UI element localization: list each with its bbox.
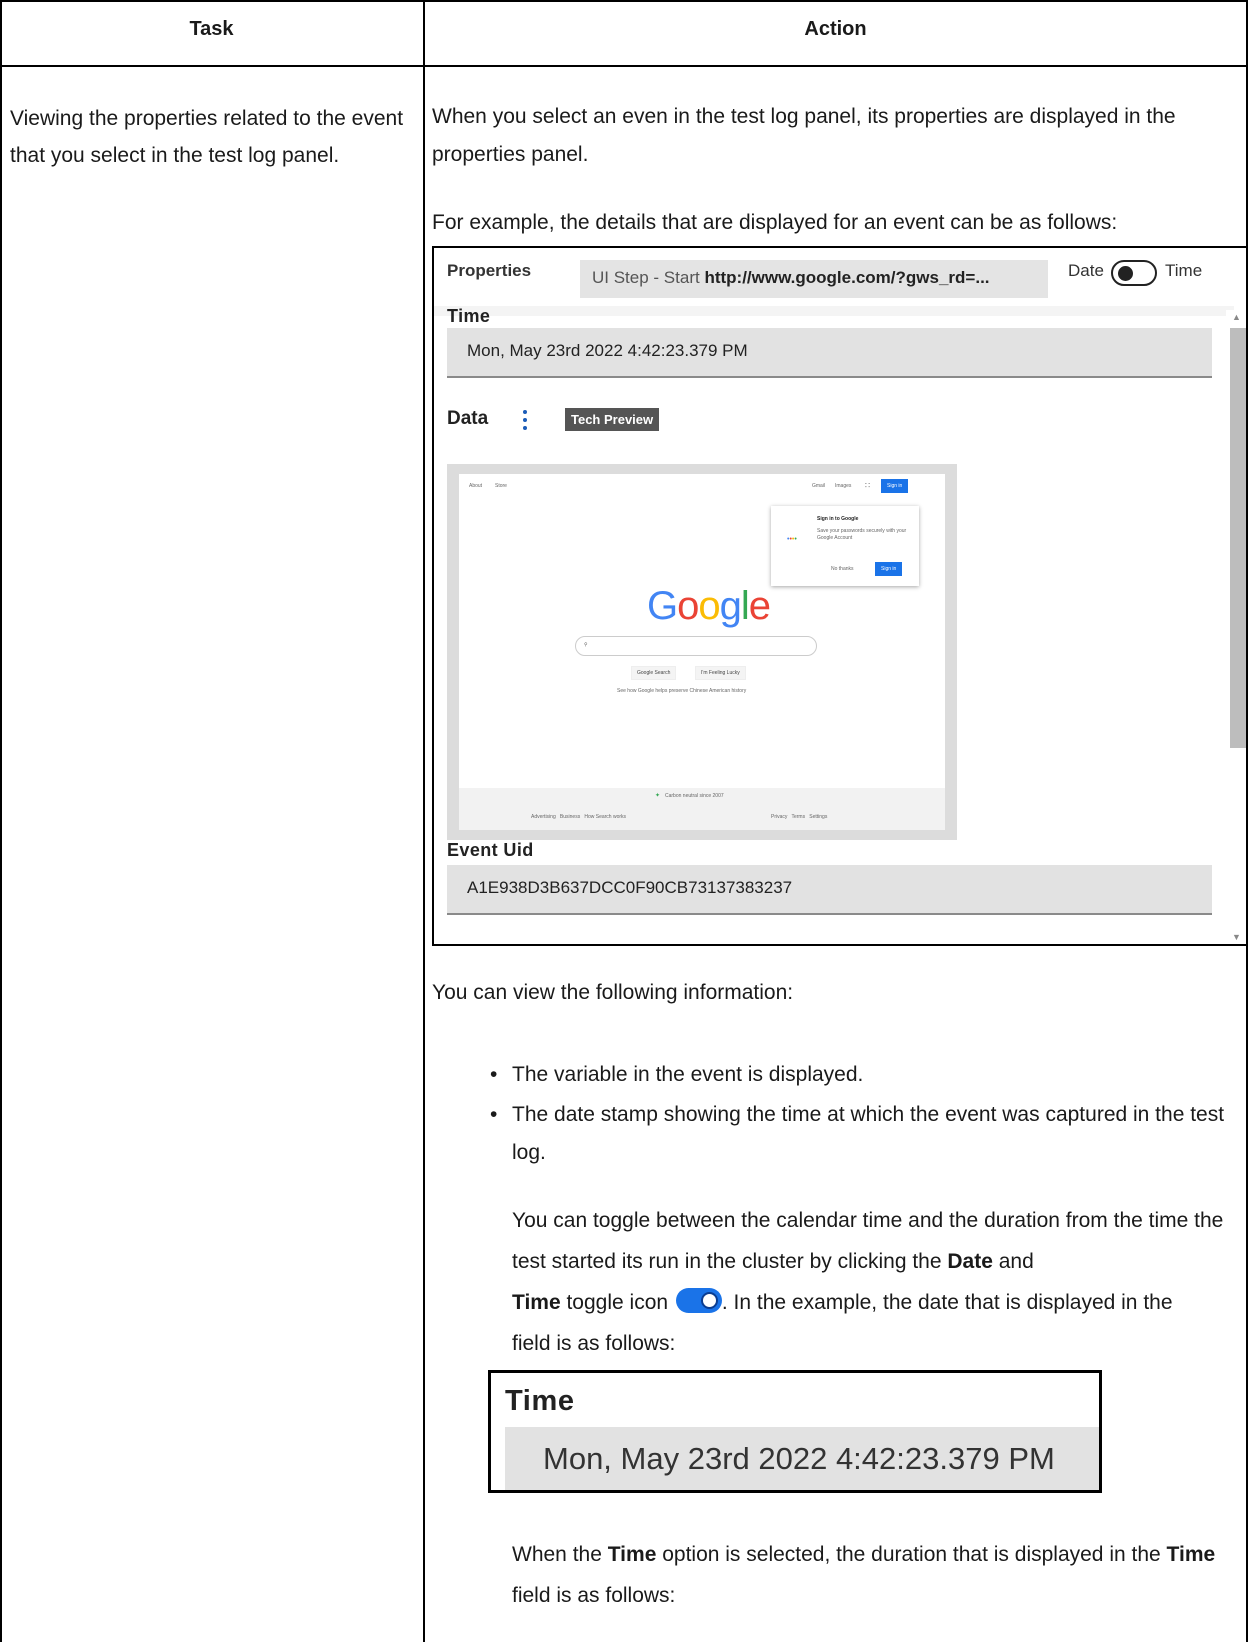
column-header-task: Task <box>189 18 234 40</box>
toggle-time-label: Time <box>1165 261 1203 280</box>
footer-right-links: Privacy Terms Settings <box>771 814 828 820</box>
popup-signin-button: Sign in <box>875 562 903 576</box>
date-time-toggle[interactable] <box>1111 260 1157 286</box>
toggle-icon <box>675 1288 722 1314</box>
kebab-menu-icon[interactable] <box>523 409 529 433</box>
panel-separator <box>434 306 1234 316</box>
column-header-action: Action <box>804 18 867 40</box>
data-label: Data <box>447 408 489 429</box>
zoom-time-value: Mon, May 23rd 2022 4:42:23.379 PM <box>505 1427 1099 1490</box>
properties-title: Properties <box>447 261 532 280</box>
task-cell-text: Viewing the properties related to the ev… <box>10 107 404 167</box>
table-header-divider <box>0 65 1248 67</box>
time-bold: Time <box>512 1291 561 1314</box>
scroll-up-arrow-icon[interactable]: ▲ <box>1232 312 1241 322</box>
event-tab[interactable]: UI Step - Start http://www.google.com/?g… <box>580 260 1048 298</box>
google-images-link: Images <box>835 483 852 489</box>
toggle-knob <box>1118 266 1133 281</box>
when-time-paragraph: When the Time option is selected, the du… <box>512 1543 1216 1607</box>
carbon-text: Carbon neutral since 2007 <box>665 793 724 799</box>
google-signin-button: Sign in <box>881 479 909 493</box>
view-info-text: You can view the following information: <box>432 981 794 1004</box>
feeling-lucky-button: I'm Feeling Lucky <box>695 666 746 680</box>
properties-table: Task Action Viewing the properties relat… <box>0 0 1248 1642</box>
properties-panel-header: Properties UI Step - Start http://www.go… <box>434 248 1246 306</box>
bullet-date-stamp: The date stamp showing the time at which… <box>512 1103 1225 1164</box>
event-tab-prefix: UI Step - Start <box>592 268 705 287</box>
event-uid-value: A1E938D3B637DCC0F90CB73137383237 <box>447 865 1212 915</box>
time-field-zoom: Time Mon, May 23rd 2022 4:42:23.379 PM <box>488 1370 1102 1493</box>
panel-scrollbar-thumb[interactable] <box>1230 328 1246 748</box>
toggle-paragraph: You can toggle between the calendar time… <box>512 1209 1224 1355</box>
table-column-divider <box>423 0 425 1642</box>
popup-text: Save your passwords securely with your G… <box>817 528 907 541</box>
date-bold: Date <box>947 1250 993 1273</box>
apps-grid-icon: ∷ <box>865 481 871 490</box>
table-border-top <box>0 0 1248 2</box>
action-example-intro: For example, the details that are displa… <box>432 211 1118 234</box>
google-search-button: Google Search <box>631 666 677 680</box>
google-page-thumbnail: About Store Gmail Images ∷ Sign in Sign … <box>447 464 957 840</box>
zoom-time-label: Time <box>505 1385 575 1417</box>
google-signin-popup: Sign in to Google Save your passwords se… <box>771 506 919 586</box>
action-intro: When you select an even in the test log … <box>432 105 1176 166</box>
popup-title: Sign in to Google <box>817 516 859 522</box>
event-tab-url: http://www.google.com/?gws_rd=... <box>704 268 990 287</box>
google-page: About Store Gmail Images ∷ Sign in Sign … <box>459 474 945 830</box>
google-footer: ✦ Carbon neutral since 2007 Advertising … <box>459 788 945 830</box>
toggle-date-label: Date <box>1068 261 1104 280</box>
event-uid-label: Event Uid <box>447 840 534 860</box>
google-helps-text: See how Google helps preserve Chinese Am… <box>617 688 747 694</box>
bullet-item: • <box>490 1103 498 1126</box>
popup-dots-icon: •••• <box>787 536 797 543</box>
table-border-left <box>0 0 2 1642</box>
properties-panel-screenshot: Properties UI Step - Start http://www.go… <box>432 246 1248 946</box>
bullet-item: • <box>490 1063 498 1086</box>
leaf-icon: ✦ <box>655 793 661 799</box>
scroll-down-arrow-icon[interactable]: ▼ <box>1232 932 1241 942</box>
time-field-value: Mon, May 23rd 2022 4:42:23.379 PM <box>447 328 1212 378</box>
google-store-link: Store <box>495 483 507 489</box>
footer-left-links: Advertising Business How Search works <box>531 814 627 820</box>
popup-no-thanks: No thanks <box>831 566 854 572</box>
google-logo: Google <box>647 584 771 628</box>
google-search-box: ⚲ <box>575 636 817 656</box>
time-field-label: Time <box>447 306 491 326</box>
google-gmail-link: Gmail <box>812 483 826 489</box>
tech-preview-badge: Tech Preview <box>565 408 660 431</box>
google-about-link: About <box>469 483 483 489</box>
bullet-variable: The variable in the event is displayed. <box>512 1063 864 1086</box>
search-icon: ⚲ <box>584 642 588 648</box>
